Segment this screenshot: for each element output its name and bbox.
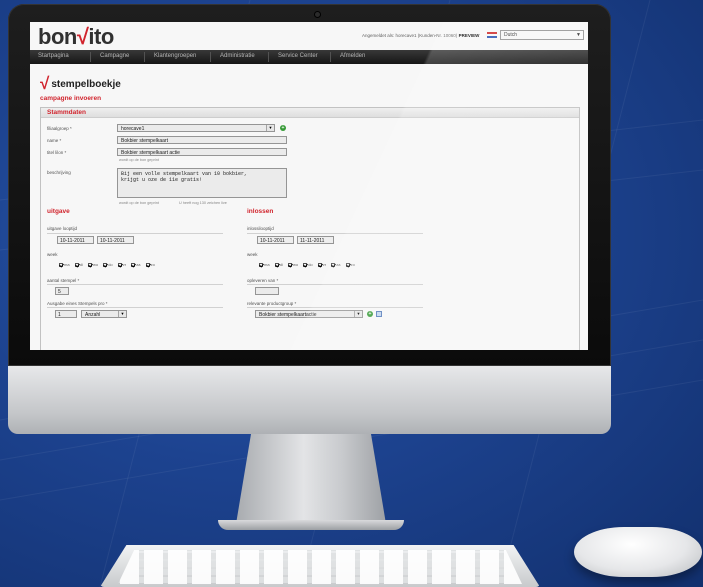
add-icon[interactable]: + [280,125,286,131]
character-counter: U heeft nog 130 zeichen live [179,201,227,205]
checkbox[interactable] [345,262,350,267]
beschrijving-hint: wordt op de bon geprint [119,201,159,205]
checkbox[interactable] [131,262,136,267]
monitor-stand [236,434,386,524]
checkbox[interactable] [117,262,122,267]
nav-separator [144,52,145,62]
nav-separator [268,52,269,62]
chevron-down-icon: ▼ [576,32,581,38]
page-subtitle: campagne invoeren [40,95,102,102]
inlossen-heading: inlossen [247,208,274,215]
page-title: √ stempelboekje [40,74,121,93]
nav-item-afmelden[interactable]: Afmelden [340,53,365,59]
camera-icon [315,12,320,17]
checkbox[interactable] [145,262,150,267]
chevron-down-icon: ▼ [266,125,274,131]
nav-item-administratie[interactable]: Administratie [220,53,255,59]
inlossen-date-to[interactable]: 11-11-2011 [297,236,334,244]
inlossen-looptijd-label: inlossilooptijd [247,226,274,231]
screen: bon√ito Angemeldet als: horecave1 (Kunde… [30,22,588,350]
checkbox[interactable] [331,262,336,267]
titel-label: titel lilon * [47,150,67,155]
stammdaten-header: Stammdaten [41,108,579,118]
nav-item-startpagina[interactable]: Startpagina [38,53,69,59]
beschrijving-textarea[interactable]: Bij een volle stempelkaart van 10 bokbie… [117,168,287,198]
checkbox[interactable] [87,262,92,267]
uitgave-heading: uitgave [47,208,70,215]
monitor-stand-base [218,520,404,530]
inlossen-weekday-checkboxes: ma di wo do vr za zo [255,262,355,267]
divider [47,233,223,234]
language-select[interactable]: Dutch ▼ [500,30,584,40]
uitgave-looptijd-label: uitgave looptijd [47,226,78,231]
productgroup-label: relevante productgroup * [247,301,297,306]
login-info: Angemeldet als: horecave1 (Kunden-Nr. 10… [362,33,480,38]
uitgave-week-label: week [47,252,58,257]
campaign-form: Stammdaten filiaalgroep * horecave1 ▼ + … [40,107,580,350]
checkbox[interactable] [74,262,79,267]
opleveren-input[interactable] [255,287,279,295]
chevron-down-icon: ▼ [354,311,362,317]
titel-input[interactable]: Bokbier stempelkaart actie [117,148,287,156]
nav-item-campagne[interactable]: Campagne [100,53,129,59]
uitgave-weekday-checkboxes: ma di wo do vr za zo [55,262,155,267]
beschrijving-label: beschrijving [47,170,71,175]
productgroup-select[interactable]: Bokbier stempelkaartactie ▼ [255,310,363,318]
add-icon[interactable]: + [367,311,373,317]
uitgave-date-to[interactable]: 10-11-2011 [97,236,134,244]
titel-hint: wordt op de bon geprint [119,158,159,162]
ausgabe-label: Ausgabe eines Stempels pro * [47,301,108,306]
nav-separator [330,52,331,62]
name-label: name * [47,138,62,143]
aantal-stempel-label: aantal stempel * [47,278,80,283]
chevron-down-icon: ▼ [118,311,126,317]
divider [47,307,223,308]
checkmark-icon: √ [40,74,50,93]
checkbox[interactable] [259,262,263,267]
opleveren-label: opleveren van * [247,278,279,283]
header: bon√ito Angemeldet als: horecave1 (Kunde… [30,22,588,50]
dutch-flag-icon [487,32,497,38]
inlossen-week-label: week [247,252,258,257]
checkbox[interactable] [103,262,108,267]
filiaalgroep-select[interactable]: horecave1 ▼ [117,124,275,132]
name-input[interactable]: Bokbier stempelkaart [117,136,287,144]
checkbox[interactable] [317,262,322,267]
main-nav: Startpagina Campagne Klantengroepen Admi… [30,50,588,64]
divider [247,307,423,308]
nav-item-service-center[interactable]: Service Center [278,53,318,59]
filiaalgroep-label: filiaalgroep * [47,126,72,131]
ausgabe-qty-input[interactable]: 1 [55,310,77,318]
bonvito-logo[interactable]: bon√ito [38,24,114,50]
mouse [574,527,702,577]
nav-item-klantengroepen[interactable]: Klantengroepen [154,53,196,59]
keyboard-keys [118,550,522,584]
checkbox[interactable] [274,262,279,267]
checkbox[interactable] [303,262,308,267]
document-icon[interactable] [376,311,382,317]
uitgave-date-from[interactable]: 10-11-2011 [57,236,94,244]
divider [47,284,223,285]
divider [247,233,423,234]
aantal-stempel-input[interactable]: 5 [55,287,69,295]
ausgabe-unit-select[interactable]: Anzahl ▼ [81,310,127,318]
nav-separator [90,52,91,62]
monitor-chin [8,366,611,434]
nav-separator [210,52,211,62]
divider [247,284,423,285]
inlossen-date-from[interactable]: 10-11-2011 [257,236,294,244]
checkbox[interactable] [287,262,292,267]
checkbox[interactable] [59,262,63,267]
